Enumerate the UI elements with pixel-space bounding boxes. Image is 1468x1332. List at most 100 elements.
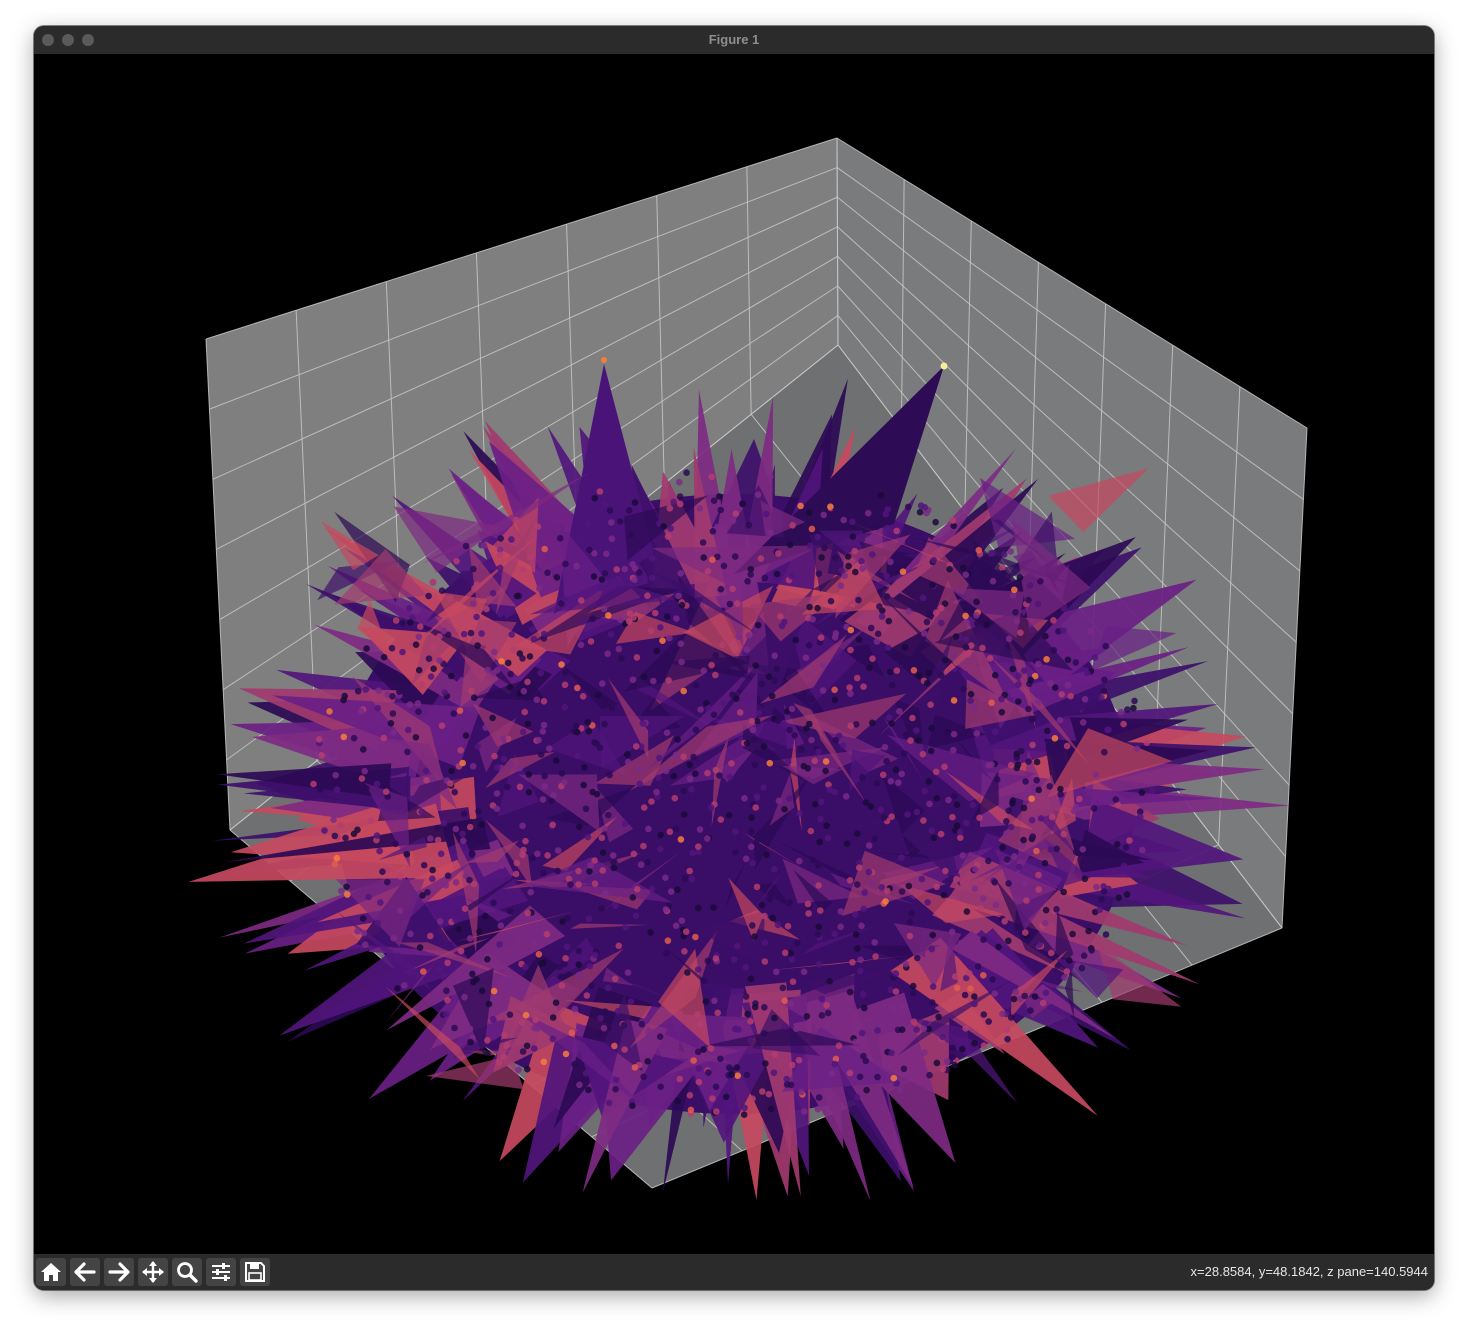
data-point [846,988,854,996]
data-point [620,1021,627,1029]
data-point [675,592,682,600]
data-point [1035,886,1042,893]
data-point [558,770,566,777]
data-point [818,798,825,806]
data-point [863,1086,870,1094]
data-point [983,621,991,628]
data-point [919,594,927,602]
data-point [1044,727,1051,735]
pan-button[interactable] [138,1258,168,1286]
data-point [1017,629,1024,636]
data-point [575,971,583,979]
data-point [873,638,881,645]
data-point [815,882,822,889]
data-point [915,737,922,744]
data-point [1035,786,1043,794]
data-point [1021,880,1029,887]
data-point [601,825,608,832]
data-point [601,720,608,728]
data-point [520,687,528,695]
data-point [672,825,680,832]
data-point [949,1053,956,1061]
data-point [991,671,999,679]
data-point [929,581,936,589]
data-point [904,503,912,511]
data-point [575,961,582,968]
data-point [714,1009,721,1017]
data-point [466,823,474,831]
data-point [565,875,573,883]
data-point [945,796,952,804]
data-point [460,810,468,818]
data-point [707,1045,715,1052]
data-point [673,615,680,622]
data-point [663,652,671,660]
data-point [589,615,597,622]
data-point [1079,846,1087,853]
data-point [1101,676,1108,684]
title-bar[interactable]: Figure 1 [34,26,1434,55]
data-point [513,592,521,600]
data-point [468,851,476,858]
data-point [882,511,889,518]
data-point [910,1018,918,1026]
data-point [382,788,390,795]
forward-button[interactable] [104,1258,134,1286]
data-point [362,941,369,948]
data-point [774,921,782,929]
data-point [1042,632,1049,640]
configure-subplots-button[interactable] [206,1258,236,1286]
data-point [605,1099,613,1107]
data-point [773,968,780,976]
3d-axes[interactable] [34,54,1434,1254]
zoom-button[interactable] [172,1258,202,1286]
data-point [590,573,598,580]
data-point [852,911,859,918]
data-point [980,895,987,902]
data-point [384,878,391,886]
data-point [835,1042,843,1049]
home-button[interactable] [36,1258,66,1286]
data-point [815,923,822,931]
plot-canvas[interactable] [34,54,1434,1254]
data-point [1100,888,1108,895]
data-point [350,734,358,742]
data-point [749,922,756,929]
data-point [662,874,669,881]
data-point [781,949,789,957]
back-button[interactable] [70,1258,100,1286]
data-point [726,600,734,608]
data-point [817,634,825,641]
data-point [1048,813,1056,821]
data-point [473,976,480,983]
data-point [644,592,651,599]
data-point [1063,742,1071,750]
data-point [941,763,948,771]
data-point [712,955,720,962]
data-point [980,936,987,943]
data-point [358,775,366,782]
data-point [962,635,970,643]
data-point [887,558,894,566]
data-point [906,918,914,926]
data-point [733,1064,741,1071]
data-point [663,950,670,957]
data-point [408,795,415,802]
data-point [785,795,793,802]
data-point [631,576,638,584]
data-point [932,609,940,616]
data-point [989,577,997,585]
data-point [765,673,773,680]
data-point [471,585,478,592]
data-point [478,630,485,637]
data-point [396,873,404,880]
data-point [466,1025,474,1032]
data-point [573,728,581,736]
data-point [392,840,399,848]
data-point [892,970,900,977]
data-point [429,578,437,586]
data-point [554,867,561,875]
data-point [578,597,585,604]
save-button[interactable] [240,1258,270,1286]
data-point [950,730,958,738]
